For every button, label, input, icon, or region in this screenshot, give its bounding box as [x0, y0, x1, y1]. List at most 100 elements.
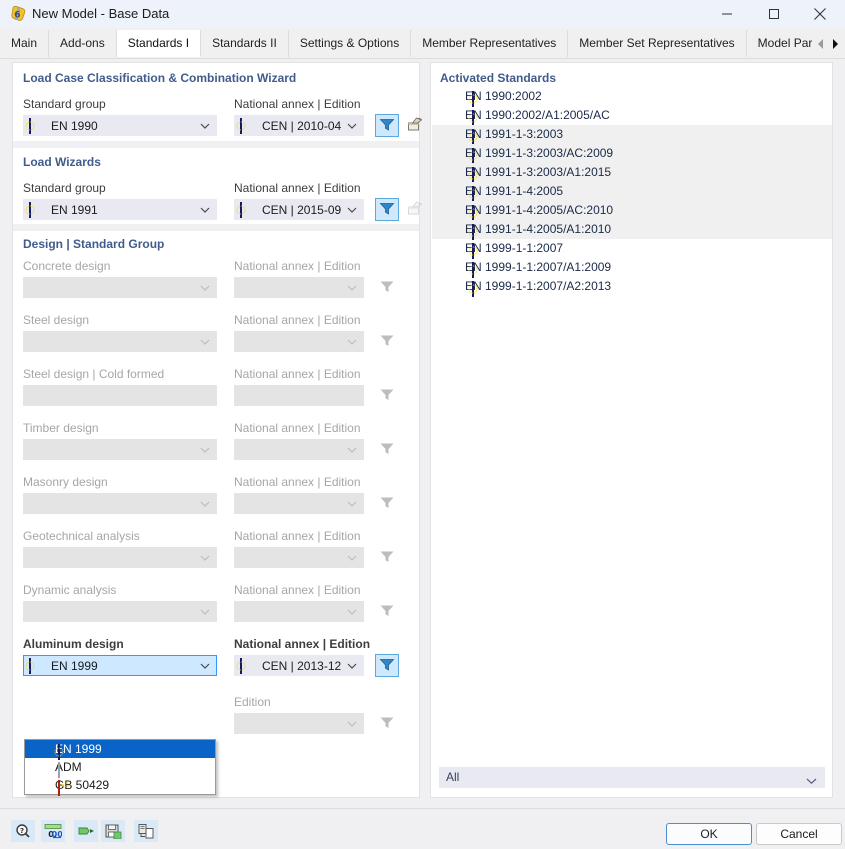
tab-model-parameters[interactable]: Model Parameters [747, 30, 812, 57]
standard-list-item[interactable]: EN 1999-1-1:2007/A2:2013 [432, 277, 832, 297]
chevron-down-icon [200, 206, 210, 214]
design-annex-combo[interactable]: CEN | 2013-12 [234, 655, 364, 676]
standard-list-item[interactable]: EN 1991-1-3:2003 [432, 125, 832, 145]
dropdown-option[interactable]: GB 50429 [25, 776, 215, 796]
chevron-down-icon [200, 554, 210, 562]
standard-list-item[interactable]: EN 1999-1-1:2007 [432, 239, 832, 259]
tab-standards-ii[interactable]: Standards II [201, 30, 289, 57]
dropdown-option[interactable]: ADM [25, 758, 215, 778]
standard-list-item[interactable]: EN 1990:2002 [432, 87, 832, 107]
maximize-button[interactable] [751, 0, 797, 28]
save-template-icon-button[interactable] [101, 820, 125, 842]
copy-clipboard-icon-button[interactable] [134, 820, 158, 842]
design-annex-combo[interactable] [234, 439, 364, 460]
help-magnifier-icon-button[interactable]: ? [11, 820, 35, 842]
scroll-left-arrow[interactable] [814, 37, 828, 51]
national-annex-combo-load-wizards[interactable]: CEN | 2015-09 [234, 199, 364, 220]
filter-icon [379, 201, 395, 218]
chevron-down-icon [347, 338, 357, 346]
ok-button[interactable]: OK [666, 823, 752, 845]
design-annex-combo[interactable] [234, 493, 364, 514]
design-filter-button[interactable] [375, 654, 399, 677]
standard-list-item[interactable]: EN 1999-1-1:2007/A1:2009 [432, 258, 832, 278]
tab-member-representatives[interactable]: Member Representatives [411, 30, 569, 57]
close-button[interactable] [797, 0, 843, 28]
dropdown-option[interactable]: EN 1999 [25, 740, 215, 760]
minimize-button[interactable] [704, 0, 750, 28]
design-standard-combo[interactable] [23, 277, 217, 298]
group-header: Load Case Classification & Combination W… [23, 71, 297, 85]
standard-group-combo-load-wizards[interactable]: EN 1991 [23, 199, 217, 220]
rfem6-logo-icon: 6 [9, 5, 27, 23]
tab-member-set-representatives[interactable]: Member Set Representatives [568, 30, 747, 57]
chevron-down-icon [200, 608, 210, 616]
eu-flag-icon [468, 186, 478, 202]
tab-settings-options[interactable]: Settings & Options [289, 30, 412, 57]
filter-button-load-wizards[interactable] [375, 198, 399, 221]
chevron-down-icon [347, 554, 357, 562]
design-filter-button [375, 546, 399, 569]
national-annex-label: National annex | Edition [234, 181, 361, 195]
combo-value: CEN | 2013-12 [262, 659, 342, 673]
import-standard-icon [407, 117, 424, 135]
standard-name: EN 1991-1-3:2003/AC:2009 [465, 146, 614, 160]
design-annex-combo[interactable] [234, 277, 364, 298]
standards-filter-combo[interactable]: All [439, 767, 825, 788]
standard-group-label: Standard group [23, 97, 106, 111]
chevron-down-icon [347, 446, 357, 454]
design-annex-combo[interactable] [234, 331, 364, 352]
design-standard-combo[interactable] [23, 601, 217, 622]
activated-standards-list[interactable]: EN 1990:2002 EN 1990:2002/A1:2005/AC EN 19… [432, 87, 832, 767]
import-standard-button-load-case[interactable] [403, 114, 427, 137]
standard-group-combo-load-case[interactable]: EN 1990 [23, 115, 217, 136]
design-standard-combo[interactable]: EN 1999 [23, 655, 217, 676]
units-0-00-icon-button[interactable]: 0, 00 [41, 820, 65, 842]
aluminum-design-dropdown-popup[interactable]: EN 1999 ADM GB 50429 [24, 739, 216, 796]
national-annex-combo-load-case[interactable]: CEN | 2010-04 [234, 115, 364, 136]
edition-combo[interactable] [234, 713, 364, 734]
filter-icon [379, 117, 395, 134]
design-row-annex-label: National annex | Edition [234, 367, 361, 381]
design-standard-combo[interactable] [23, 439, 217, 460]
cancel-button[interactable]: Cancel [756, 823, 842, 845]
design-standard-combo[interactable] [23, 547, 217, 568]
design-row-annex-label: National annex | Edition [234, 421, 361, 435]
eu-flag-icon [25, 202, 35, 218]
standard-list-item[interactable]: EN 1991-1-3:2003/A1:2015 [432, 163, 832, 183]
eu-flag-icon [468, 243, 478, 259]
chevron-down-icon [347, 122, 357, 130]
design-annex-combo[interactable] [234, 385, 364, 406]
chevron-down-icon [200, 446, 210, 454]
eu-flag-icon [468, 129, 478, 145]
tab-standards-i[interactable]: Standards I [116, 30, 202, 57]
eu-flag-icon [25, 658, 35, 674]
svg-text:?: ? [20, 827, 24, 835]
design-annex-combo[interactable] [234, 601, 364, 622]
design-standard-combo[interactable] [23, 331, 217, 352]
tab-main[interactable]: Main [0, 30, 50, 57]
standard-list-item[interactable]: EN 1991-1-4:2005 [432, 182, 832, 202]
design-standard-combo[interactable] [23, 385, 217, 406]
window-title: New Model - Base Data [32, 6, 170, 21]
design-annex-combo[interactable] [234, 547, 364, 568]
tab-add-ons[interactable]: Add-ons [49, 30, 117, 57]
filter-icon [379, 657, 395, 674]
eu-flag-icon [468, 224, 478, 240]
standard-name: EN 1999-1-1:2007/A2:2013 [465, 279, 612, 293]
chevron-down-icon [200, 122, 210, 130]
filter-button-load-case[interactable] [375, 114, 399, 137]
filter-icon [380, 603, 395, 620]
design-row-label: Steel design | Cold formed [23, 367, 165, 381]
tab-scroll-controls [812, 30, 845, 57]
chevron-down-icon [347, 720, 357, 728]
standard-list-item[interactable]: EN 1991-1-4:2005/A1:2010 [432, 220, 832, 240]
design-standard-combo[interactable] [23, 493, 217, 514]
chevron-down-icon [200, 338, 210, 346]
chevron-down-icon [806, 774, 817, 788]
standard-list-item[interactable]: EN 1990:2002/A1:2005/AC [432, 106, 832, 126]
scroll-right-arrow[interactable] [828, 37, 842, 51]
green-arrow-icon-button[interactable] [74, 820, 98, 842]
standard-list-item[interactable]: EN 1991-1-4:2005/AC:2010 [432, 201, 832, 221]
design-row-annex-label: National annex | Edition [234, 313, 361, 327]
standard-list-item[interactable]: EN 1991-1-3:2003/AC:2009 [432, 144, 832, 164]
